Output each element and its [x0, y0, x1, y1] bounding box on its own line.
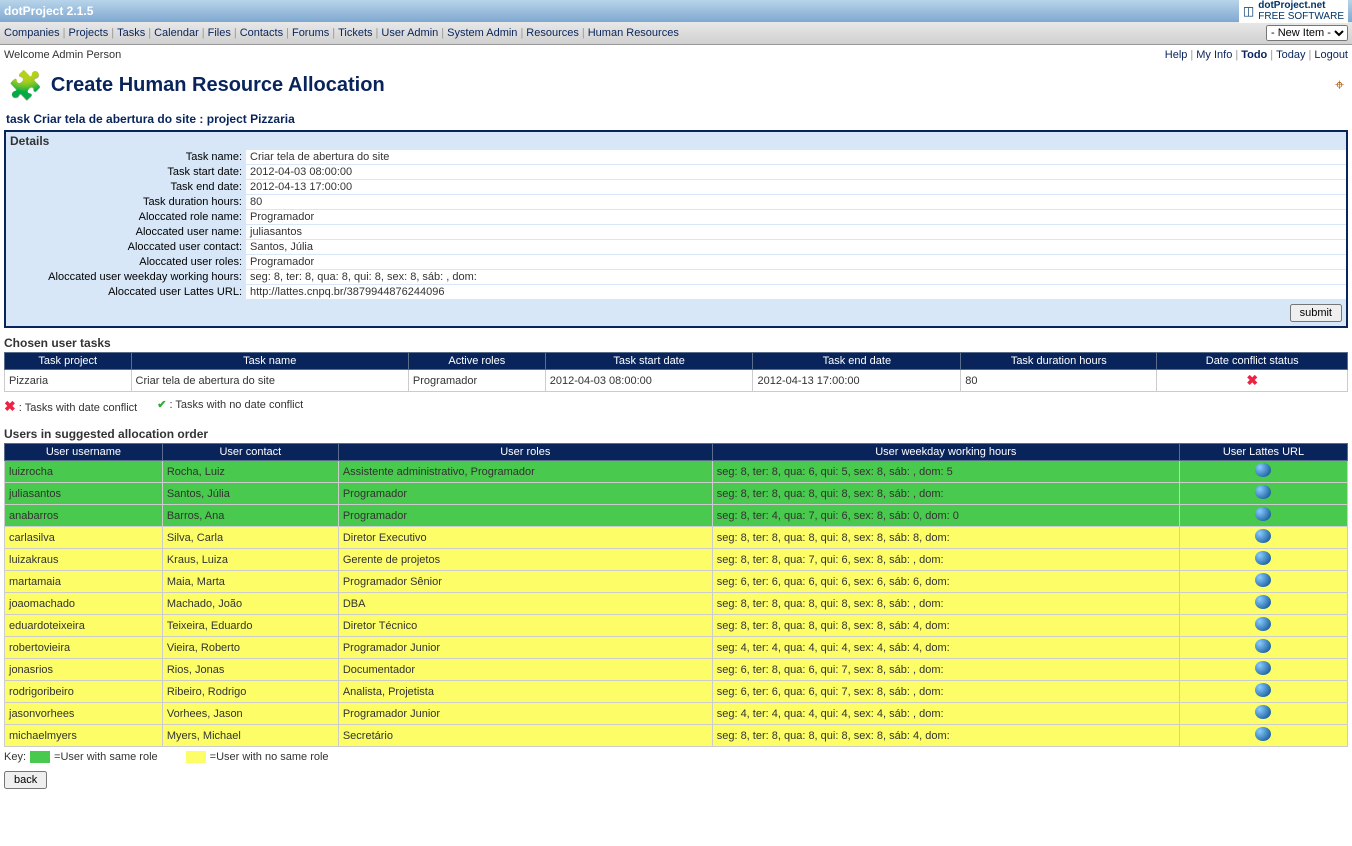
users-table: User usernameUser contactUser rolesUser … [4, 443, 1348, 747]
nav-resources[interactable]: Resources [526, 27, 579, 39]
details-header: Details [6, 132, 1346, 150]
table-row: PizzariaCriar tela de abertura do sitePr… [5, 370, 1348, 392]
page-title: Create Human Resource Allocation [51, 74, 385, 97]
link-todo[interactable]: Todo [1241, 49, 1267, 61]
key-legend: Key: =User with same role =User with no … [0, 747, 1352, 767]
user-row: joaomachadoMachado, JoãoDBAseg: 8, ter: … [5, 593, 1348, 615]
app-title: dotProject 2.1.5 [4, 4, 93, 18]
user-row: juliasantosSantos, JúliaProgramadorseg: … [5, 483, 1348, 505]
lattes-icon[interactable] [1255, 551, 1271, 565]
user-row: michaelmyersMyers, MichaelSecretárioseg:… [5, 725, 1348, 747]
lattes-icon[interactable] [1255, 507, 1271, 521]
welcome-bar: Welcome Admin Person Help|My Info|Todo|T… [0, 45, 1352, 65]
user-row: luizrochaRocha, LuizAssistente administr… [5, 461, 1348, 483]
key-yellow-swatch [186, 751, 206, 763]
new-item-select[interactable]: - New Item - [1266, 25, 1348, 41]
user-row: martamaiaMaia, MartaProgramador Sêniorse… [5, 571, 1348, 593]
conflict-icon: ✖ [4, 398, 16, 414]
lattes-icon[interactable] [1255, 661, 1271, 675]
nav-projects[interactable]: Projects [69, 27, 109, 39]
submit-button[interactable]: submit [1290, 304, 1342, 322]
link-logout[interactable]: Logout [1314, 49, 1348, 61]
lattes-icon[interactable] [1255, 617, 1271, 631]
link-today[interactable]: Today [1276, 49, 1305, 61]
details-table: Task name:Criar tela de abertura do site… [6, 150, 1346, 300]
logo-sub: FREE SOFTWARE [1258, 11, 1344, 22]
user-row: rodrigoribeiroRibeiro, RodrigoAnalista, … [5, 681, 1348, 703]
user-row: eduardoteixeiraTeixeira, EduardoDiretor … [5, 615, 1348, 637]
nav-system-admin[interactable]: System Admin [447, 27, 517, 39]
link-my-info[interactable]: My Info [1196, 49, 1232, 61]
welcome-text: Welcome Admin Person [4, 49, 121, 61]
lattes-icon[interactable] [1255, 727, 1271, 741]
title-bar: dotProject 2.1.5 ◫ dotProject.netFREE SO… [0, 0, 1352, 22]
lattes-icon[interactable] [1255, 705, 1271, 719]
nav-human-resources[interactable]: Human Resources [588, 27, 679, 39]
user-row: jasonvorheesVorhees, JasonProgramador Ju… [5, 703, 1348, 725]
nav-bar: Companies|Projects|Tasks|Calendar|Files|… [0, 22, 1352, 45]
nav-contacts[interactable]: Contacts [240, 27, 283, 39]
user-row: carlasilvaSilva, CarlaDiretor Executivos… [5, 527, 1348, 549]
nav-calendar[interactable]: Calendar [154, 27, 199, 39]
logo-box[interactable]: ◫ dotProject.netFREE SOFTWARE [1239, 0, 1348, 23]
logo-top: dotProject.net [1258, 0, 1325, 11]
dotproject-icon: ◫ [1243, 4, 1254, 18]
chosen-tasks-table: Task projectTask nameActive rolesTask st… [4, 352, 1348, 392]
key-green-swatch [30, 751, 50, 763]
user-row: robertovieiraVieira, RobertoProgramador … [5, 637, 1348, 659]
nav-tasks[interactable]: Tasks [117, 27, 145, 39]
breadcrumb-icon[interactable]: ⌖ [1335, 77, 1344, 95]
nav-forums[interactable]: Forums [292, 27, 329, 39]
conflict-icon: ✖ [1246, 372, 1258, 388]
users-section-title: Users in suggested allocation order [0, 421, 1352, 443]
lattes-icon[interactable] [1255, 639, 1271, 653]
lattes-icon[interactable] [1255, 595, 1271, 609]
user-row: anabarrosBarros, AnaProgramadorseg: 8, t… [5, 505, 1348, 527]
back-button[interactable]: back [4, 771, 47, 789]
nav-files[interactable]: Files [208, 27, 231, 39]
nav-links: Companies|Projects|Tasks|Calendar|Files|… [4, 27, 679, 39]
lattes-icon[interactable] [1255, 683, 1271, 697]
user-row: jonasriosRios, JonasDocumentadorseg: 6, … [5, 659, 1348, 681]
lattes-icon[interactable] [1255, 529, 1271, 543]
welcome-links: Help|My Info|Todo|Today|Logout [1165, 49, 1348, 61]
nav-companies[interactable]: Companies [4, 27, 60, 39]
nav-user-admin[interactable]: User Admin [381, 27, 438, 39]
details-panel: Details Task name:Criar tela de abertura… [4, 130, 1348, 328]
user-row: luizakrausKraus, LuizaGerente de projeto… [5, 549, 1348, 571]
new-item-dropdown[interactable]: - New Item - [1266, 25, 1348, 41]
page-header: 🧩 Create Human Resource Allocation ⌖ [0, 65, 1352, 110]
conflict-legend: ✖ : Tasks with date conflict ✔ : Tasks w… [0, 392, 1352, 421]
lattes-icon[interactable] [1255, 573, 1271, 587]
no-conflict-icon: ✔ [157, 399, 166, 411]
link-help[interactable]: Help [1165, 49, 1188, 61]
nav-tickets[interactable]: Tickets [338, 27, 372, 39]
lattes-icon[interactable] [1255, 463, 1271, 477]
chosen-tasks-title: Chosen user tasks [0, 330, 1352, 352]
puzzle-icon: 🧩 [8, 69, 43, 102]
lattes-icon[interactable] [1255, 485, 1271, 499]
page-subtitle: task Criar tela de abertura do site : pr… [0, 110, 1352, 128]
